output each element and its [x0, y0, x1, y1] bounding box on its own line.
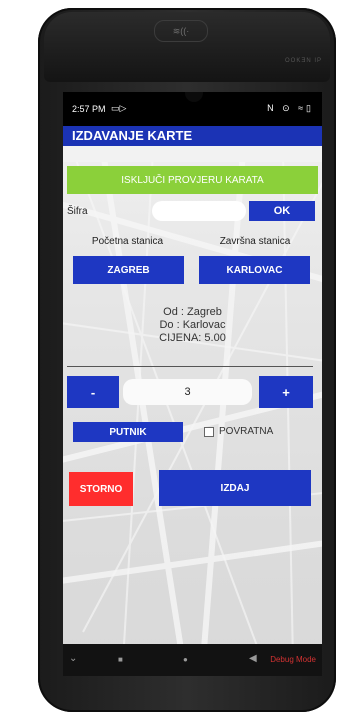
start-station-label: Početna stanica	[91, 236, 164, 247]
nfc-icon: ≋((·	[154, 20, 208, 42]
recents-dot-icon[interactable]: ●	[183, 655, 188, 664]
disable-ticket-check-button[interactable]: ISKLJUČI PROVJERU KARATA	[67, 166, 318, 194]
code-label: Šifra	[67, 206, 88, 217]
status-icons: N ⊙ ≈▯	[267, 103, 314, 113]
quantity-field[interactable]: 3	[123, 379, 252, 405]
passenger-button[interactable]: PUTNIK	[73, 422, 183, 442]
return-checkbox[interactable]	[204, 427, 214, 437]
ok-button[interactable]: OK	[249, 201, 315, 221]
camera-notch	[185, 92, 203, 102]
divider	[67, 366, 313, 367]
summary-to: Do : Karlovac	[159, 319, 226, 331]
printer-head: ≋((· OOKƎN IP	[44, 12, 330, 82]
status-time: 2:57 PM	[72, 104, 106, 114]
issue-ticket-button[interactable]: IZDAJ	[159, 470, 311, 506]
summary-price: CIJENA: 5.00	[159, 332, 226, 344]
increase-quantity-button[interactable]: +	[259, 376, 313, 408]
end-station-label: Završna stanica	[219, 236, 291, 247]
return-label: POVRATNA	[219, 426, 274, 437]
storno-button[interactable]: STORNO	[69, 472, 133, 506]
app-title: IZDAVANJE KARTE	[63, 126, 322, 146]
chevron-down-icon[interactable]: ⌄	[69, 653, 77, 664]
navigation-bar: ⌄ ■ ● ◀ Debug Mode	[63, 644, 322, 676]
device-screen: 2:57 PM ▭▷ N ⊙ ≈▯ IZDAVANJE KARTE ISKLJU…	[63, 92, 322, 644]
end-station-button[interactable]: KARLOVAC	[199, 256, 310, 284]
back-triangle-icon[interactable]: ◀	[249, 653, 257, 664]
status-bar: 2:57 PM ▭▷ N ⊙ ≈▯	[63, 92, 322, 126]
home-square-icon[interactable]: ■	[118, 655, 123, 664]
start-station-button[interactable]: ZAGREB	[73, 256, 184, 284]
trip-summary: Od : Zagreb Do : Karlovac CIJENA: 5.00	[63, 306, 322, 345]
debug-mode-label: Debug Mode	[270, 655, 316, 664]
decrease-quantity-button[interactable]: -	[67, 376, 119, 408]
summary-from: Od : Zagreb	[163, 306, 222, 318]
device-brand: OOKƎN IP	[284, 58, 322, 64]
cast-icon: ▭▷	[111, 103, 127, 113]
code-input[interactable]	[152, 201, 246, 221]
